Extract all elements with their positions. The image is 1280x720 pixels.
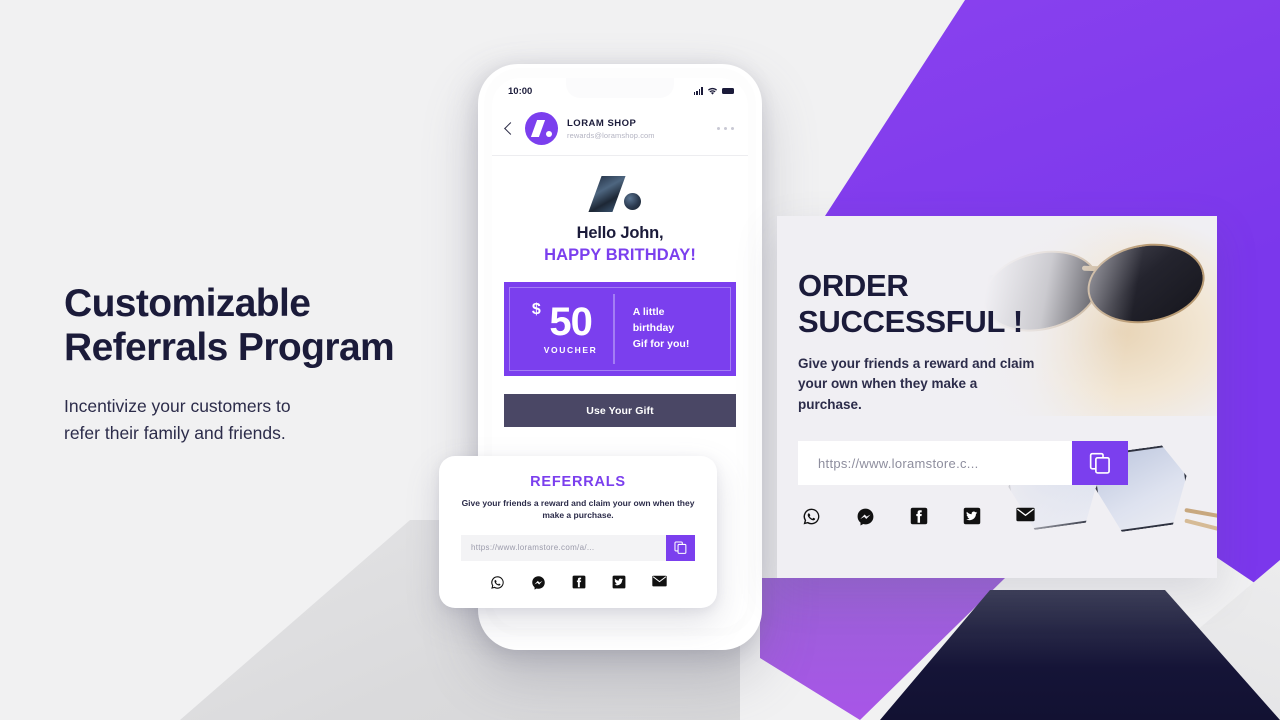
wifi-icon: [707, 87, 718, 95]
loram-logo-icon: [525, 112, 558, 145]
copy-icon: [674, 541, 687, 555]
messenger-icon[interactable]: [856, 507, 875, 526]
order-card-title: ORDER SUCCESSFUL !: [798, 268, 1197, 340]
greeting-text: Hello John,: [576, 224, 664, 242]
referrals-social-row: [461, 575, 695, 590]
order-copy-link-button[interactable]: [1072, 441, 1128, 486]
referral-link-input[interactable]: [461, 534, 666, 561]
status-indicators: [693, 87, 734, 96]
sender-email: rewards@loramshop.com: [567, 130, 655, 140]
more-options-icon[interactable]: [716, 126, 734, 131]
voucher-amount: 50: [549, 300, 592, 344]
order-referral-link-input[interactable]: [798, 441, 1072, 486]
page-title: Customizable Referrals Program: [64, 282, 464, 369]
battery-icon: [722, 87, 734, 95]
status-time: 10:00: [508, 85, 533, 97]
order-title-line-2: SUCCESSFUL !: [798, 303, 1023, 339]
voucher-currency: $: [531, 301, 541, 318]
headline-line-1: Customizable: [64, 282, 311, 325]
facebook-icon[interactable]: [910, 507, 928, 526]
subtitle-line-1: Incentivize your customers to: [64, 396, 291, 417]
phone-notch: [566, 78, 674, 98]
voucher-card: $ 50 VOUCHER A little birthday Gif for you…: [504, 282, 736, 376]
facebook-icon[interactable]: [572, 575, 586, 590]
email-icon[interactable]: [1016, 507, 1035, 526]
order-card-description: Give your friends a reward and claim you…: [798, 355, 1035, 412]
sender-name: LORAM SHOP: [567, 117, 637, 129]
whatsapp-icon[interactable]: [490, 575, 505, 590]
use-your-gift-button[interactable]: Use Your Gift: [504, 394, 736, 427]
email-body: Hello John, HAPPY BRITHDAY! $ 50 VOUCHER: [492, 156, 748, 376]
occasion-text: HAPPY BRITHDAY!: [544, 246, 696, 264]
voucher-inner-border: $ 50 VOUCHER A little birthday Gif for you…: [509, 287, 731, 371]
headline-subtitle: Incentivize your customers to refer thei…: [64, 393, 464, 446]
referrals-description: Give your friends a reward and claim you…: [461, 498, 695, 521]
voucher-label: VOUCHER: [543, 345, 598, 355]
mail-header: LORAM SHOP rewards@loramshop.com: [492, 104, 748, 156]
referrals-title: REFERRALS: [530, 474, 626, 490]
whatsapp-icon[interactable]: [802, 507, 821, 526]
messenger-icon[interactable]: [531, 575, 546, 590]
referrals-card: REFERRALS Give your friends a reward and…: [439, 456, 717, 608]
order-url-row: [798, 441, 1128, 486]
twitter-icon[interactable]: [612, 575, 626, 590]
headline-line-2: Referrals Program: [64, 325, 395, 369]
order-social-row: [798, 507, 1197, 526]
order-success-card: ORDER SUCCESSFUL ! Give your friends a r…: [777, 216, 1217, 578]
order-title-line-1: ORDER: [798, 268, 909, 303]
signal-bars-icon: [693, 87, 703, 95]
voucher-message: A little birthday Gif for you!: [632, 306, 690, 350]
back-chevron-icon[interactable]: [502, 122, 516, 136]
email-icon[interactable]: [651, 575, 667, 590]
copy-link-button[interactable]: [666, 534, 695, 561]
referrals-url-row: [461, 534, 695, 561]
sender-block: LORAM SHOP rewards@loramshop.com: [567, 118, 708, 140]
copy-icon: [1089, 453, 1110, 475]
loram-brand-mark-icon: [587, 176, 653, 212]
twitter-icon[interactable]: [963, 507, 981, 526]
headline-block: Customizable Referrals Program Incentivi…: [64, 282, 464, 447]
voucher-amount-block: $ 50 VOUCHER: [510, 288, 613, 370]
subtitle-line-2: refer their family and friends.: [64, 422, 286, 443]
